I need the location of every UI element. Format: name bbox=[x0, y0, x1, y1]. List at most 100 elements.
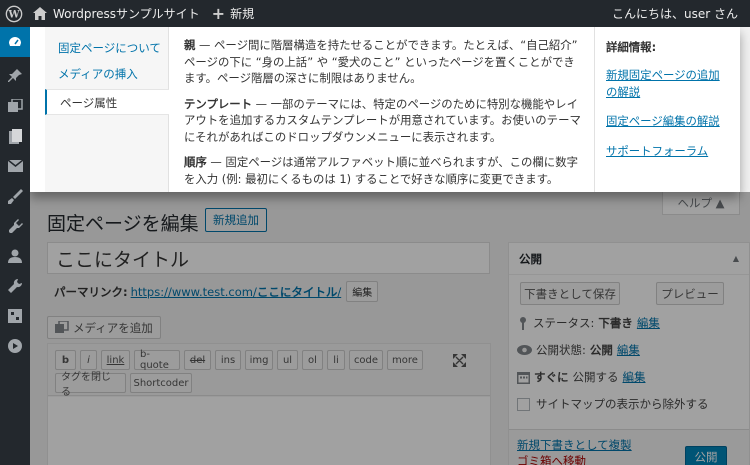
settings-icon bbox=[8, 309, 22, 323]
posts-menu-item[interactable] bbox=[0, 61, 30, 91]
quicktag-blockquote-button[interactable]: b-quote bbox=[134, 349, 180, 371]
users-menu-item[interactable] bbox=[0, 241, 30, 271]
status-row: ステータス: 下書き 編集 bbox=[517, 315, 660, 331]
permalink-label: パーマリンク: bbox=[54, 284, 128, 299]
add-new-button[interactable]: 新規追加 bbox=[205, 208, 267, 232]
site-name-label: Wordpressサンプルサイト bbox=[53, 7, 200, 21]
help-tab-about-pages[interactable]: 固定ページについて bbox=[45, 35, 169, 61]
quicktag-bold-button[interactable]: b bbox=[55, 350, 76, 370]
wordpress-logo-icon[interactable]: W bbox=[0, 0, 27, 27]
quicktag-li-button[interactable]: li bbox=[327, 350, 345, 370]
publish-button[interactable]: 公開 bbox=[685, 446, 727, 465]
schedule-edit-link[interactable]: 編集 bbox=[623, 369, 646, 385]
play-icon bbox=[8, 339, 22, 353]
pages-menu-item[interactable] bbox=[0, 121, 30, 151]
help-paragraph-template: テンプレート — 一部のテーマには、特定のページのために特別な機能やレイアウトを… bbox=[184, 96, 581, 144]
pin-icon bbox=[520, 317, 526, 330]
visibility-row: 公開状態: 公開 編集 bbox=[517, 342, 640, 358]
help-link-add-new-page[interactable]: 新規固定ページの追加の解説 bbox=[606, 67, 729, 100]
help-sidebar: 詳細情報: 新規固定ページの追加の解説 固定ページ編集の解説 サポートフォーラム bbox=[594, 27, 740, 192]
collapse-arrow-icon[interactable]: ▲ bbox=[733, 254, 739, 263]
calendar-icon bbox=[517, 371, 530, 384]
wrench-icon bbox=[8, 279, 22, 293]
permalink-row: パーマリンク: https://www.test.com/ここにタイトル/ 編集 bbox=[54, 281, 379, 302]
trash-link[interactable]: ゴミ箱へ移動 bbox=[517, 453, 586, 465]
admin-bar: W Wordpressサンプルサイト + 新規 こんにちは、user さん bbox=[0, 0, 750, 27]
plugin-icon bbox=[8, 218, 23, 233]
visibility-value: 公開 bbox=[589, 343, 613, 357]
plugins-menu-item[interactable] bbox=[0, 211, 30, 241]
quicktag-ul-button[interactable]: ul bbox=[277, 350, 298, 370]
copy-to-draft-link[interactable]: 新規下書きとして複製 bbox=[517, 437, 632, 453]
appearance-menu-item[interactable] bbox=[0, 181, 30, 211]
help-link-support-forum[interactable]: サポートフォーラム bbox=[606, 143, 729, 160]
quicktag-shortcoder-button[interactable]: Shortcoder bbox=[130, 373, 192, 393]
save-draft-button[interactable]: 下書きとして保存 bbox=[520, 282, 620, 305]
tools-menu-item[interactable] bbox=[0, 271, 30, 301]
help-sidebar-heading: 詳細情報: bbox=[606, 40, 657, 54]
quicktags-toolbar: b i link b-quote del ins img ul ol li co… bbox=[48, 344, 490, 398]
brush-icon bbox=[7, 188, 23, 204]
media-icon bbox=[55, 321, 69, 333]
editor-screen: ヘルプ ▲ 固定ページを編集 新規追加 ここにタイトル パーマリンク: http… bbox=[30, 192, 750, 465]
quicktag-more-button[interactable]: more bbox=[387, 350, 423, 370]
account-greeting[interactable]: こんにちは、user さん bbox=[606, 0, 750, 27]
status-value: 下書き bbox=[598, 316, 633, 330]
pages-icon bbox=[8, 128, 22, 144]
comments-menu-item[interactable] bbox=[0, 151, 30, 181]
preview-button[interactable]: プレビュー bbox=[656, 282, 724, 305]
help-content: 親 — ページ間に階層構造を持たせることができます。たとえば、“自己紹介” ペー… bbox=[184, 37, 584, 196]
text-editor: b i link b-quote del ins img ul ol li co… bbox=[47, 343, 491, 465]
quicktag-ol-button[interactable]: ol bbox=[302, 350, 323, 370]
home-icon bbox=[33, 7, 47, 20]
schedule-value: すぐに bbox=[534, 370, 569, 384]
fullscreen-icon[interactable] bbox=[450, 351, 468, 369]
help-tab-insert-media[interactable]: メディアの挿入 bbox=[45, 61, 169, 87]
quicktag-italic-button[interactable]: i bbox=[80, 350, 97, 370]
quicktag-code-button[interactable]: code bbox=[349, 350, 383, 370]
add-media-button[interactable]: メディアを追加 bbox=[47, 316, 161, 339]
sitemap-exclude-row[interactable]: サイトマップの表示から除外する bbox=[517, 396, 709, 412]
quicktag-link-button[interactable]: link bbox=[101, 350, 130, 370]
help-paragraph-order: 順序 — 固定ページは通常アルファベット順に並べられますが、この欄に数字を入力 … bbox=[184, 155, 578, 186]
help-tabs: 固定ページについて メディアの挿入 ページ属性 bbox=[45, 35, 169, 115]
main-content: ヘルプ ▲ 固定ページを編集 新規追加 ここにタイトル パーマリンク: http… bbox=[30, 192, 750, 465]
collapse-menu-item[interactable] bbox=[0, 331, 30, 361]
publish-actions: 新規下書きとして複製 ゴミ箱へ移動 公開 bbox=[509, 429, 749, 465]
dashboard-icon bbox=[9, 37, 21, 46]
sitemap-exclude-checkbox[interactable] bbox=[517, 397, 530, 411]
site-name-link[interactable]: Wordpressサンプルサイト bbox=[27, 0, 206, 27]
sitemap-exclude-label: サイトマップの表示から除外する bbox=[536, 397, 709, 411]
quicktag-close-tags-button[interactable]: タグを閉じる bbox=[55, 372, 126, 398]
quicktag-img-button[interactable]: img bbox=[245, 350, 273, 370]
publish-box-title: 公開 bbox=[519, 251, 542, 266]
settings-menu-item[interactable] bbox=[0, 301, 30, 331]
help-toggle-button[interactable]: ヘルプ ▲ bbox=[662, 192, 740, 215]
visibility-edit-link[interactable]: 編集 bbox=[617, 342, 640, 358]
permalink-edit-button[interactable]: 編集 bbox=[346, 281, 379, 302]
plus-icon: + bbox=[211, 4, 226, 23]
quicktag-ins-button[interactable]: ins bbox=[215, 350, 241, 370]
dashboard-menu-item[interactable] bbox=[0, 27, 30, 57]
contextual-help-panel: 固定ページについて メディアの挿入 ページ属性 親 — ページ間に階層構造を持た… bbox=[30, 27, 740, 192]
svg-text:W: W bbox=[7, 9, 20, 20]
publish-box-header[interactable]: 公開 ▲ bbox=[509, 243, 749, 275]
help-paragraph-parent: 親 — ページ間に階層構造を持たせることができます。たとえば、“自己紹介” ペー… bbox=[184, 38, 578, 85]
media-icon bbox=[7, 99, 23, 112]
permalink-link[interactable]: https://www.test.com/ここにタイトル/ bbox=[131, 284, 342, 300]
quicktag-del-button[interactable]: del bbox=[184, 350, 211, 370]
content-textarea[interactable] bbox=[48, 397, 490, 465]
status-edit-link[interactable]: 編集 bbox=[637, 315, 660, 331]
eye-icon bbox=[517, 345, 532, 355]
schedule-row: すぐに 公開する 編集 bbox=[517, 369, 646, 385]
media-menu-item[interactable] bbox=[0, 91, 30, 121]
help-link-edit-page[interactable]: 固定ページ編集の解説 bbox=[606, 113, 729, 130]
mail-icon bbox=[7, 160, 23, 172]
new-content-link[interactable]: + 新規 bbox=[206, 0, 260, 27]
post-title-input[interactable]: ここにタイトル bbox=[47, 242, 490, 274]
pin-icon bbox=[8, 69, 22, 82]
page-title: 固定ページを編集 bbox=[47, 213, 199, 235]
help-tab-page-attributes[interactable]: ページ属性 bbox=[45, 89, 169, 115]
admin-sidebar bbox=[0, 27, 30, 465]
new-content-label: 新規 bbox=[230, 7, 255, 21]
